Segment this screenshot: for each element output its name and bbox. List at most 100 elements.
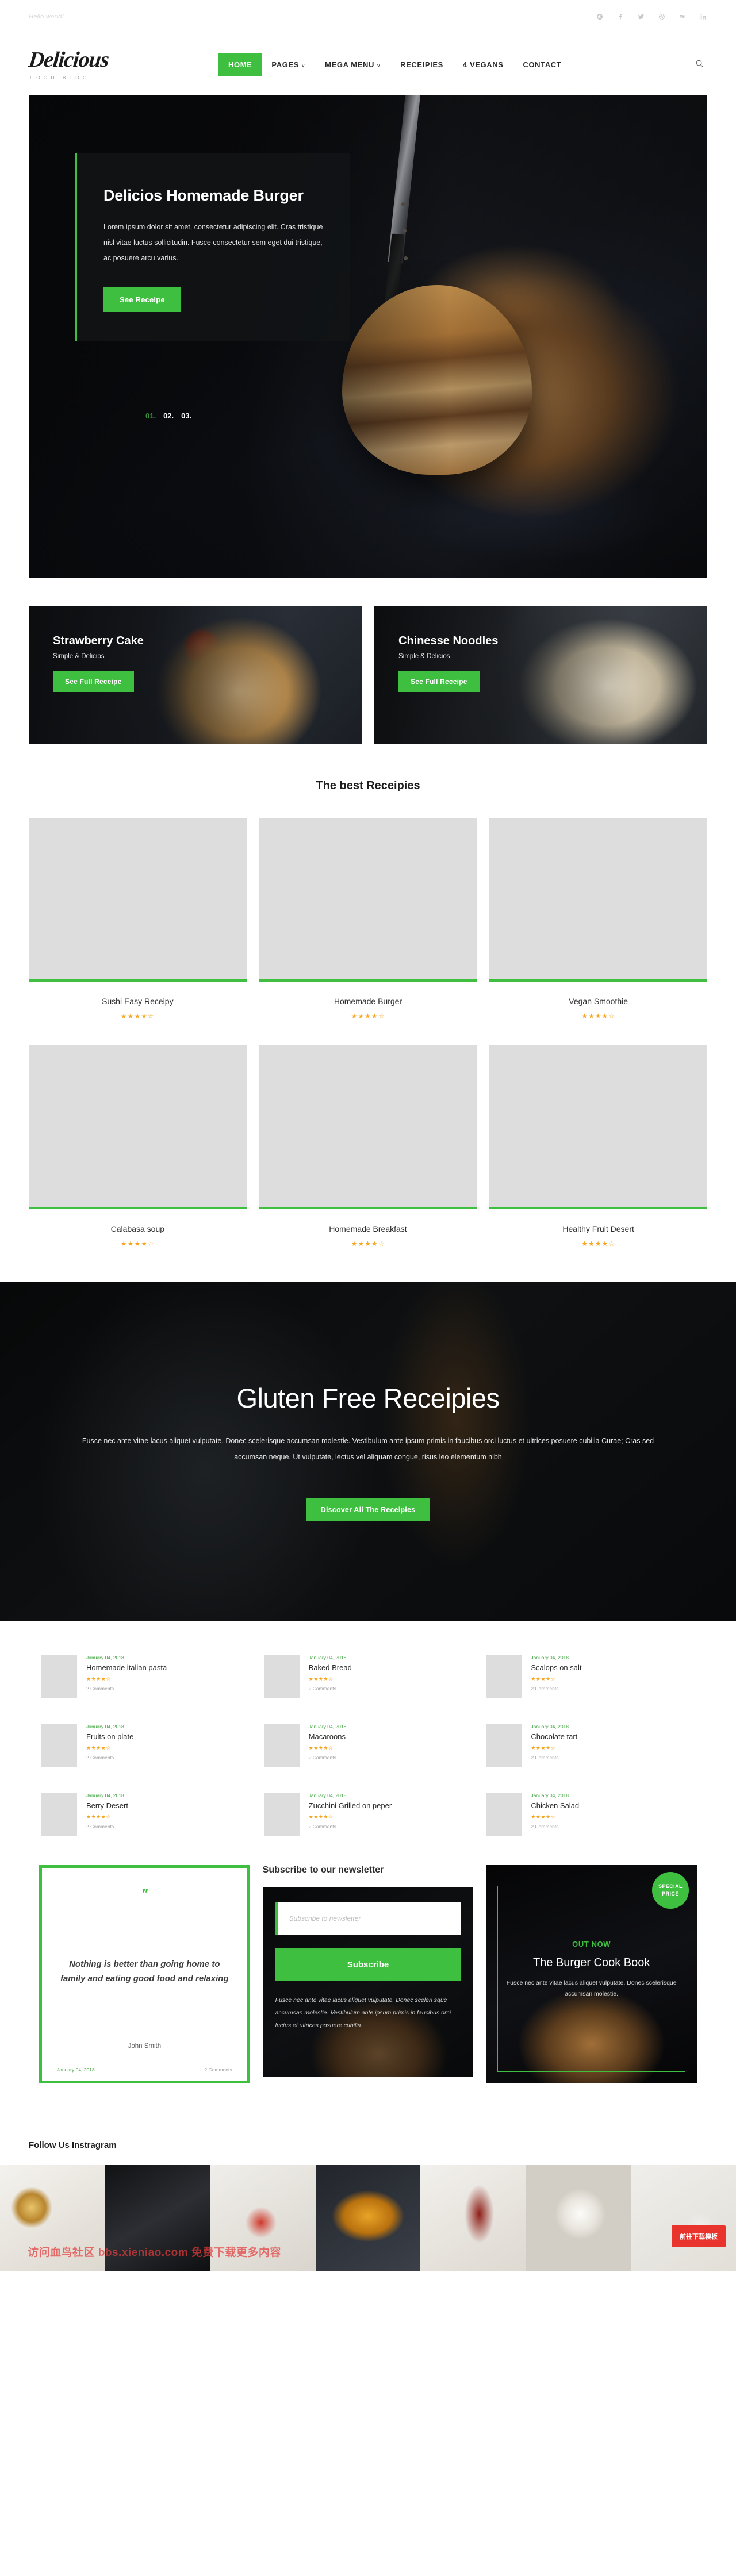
- receipe-name: Calabasa soup: [110, 1224, 165, 1233]
- logo-wordmark: Delicious: [27, 47, 110, 72]
- chevron-down-icon: ∨: [376, 62, 381, 68]
- nav-item-receipies[interactable]: RECEIPIES: [390, 53, 453, 76]
- post-rating-stars: ★★★★☆: [86, 1745, 111, 1751]
- receipe-card[interactable]: Homemade Breakfast ★★★★☆: [259, 1045, 477, 1248]
- receipe-card[interactable]: Homemade Burger ★★★★☆: [259, 818, 477, 1020]
- post-item[interactable]: January 04, 2018 Scalops on salt ★★★★☆ 2…: [486, 1655, 695, 1698]
- receipe-card[interactable]: Vegan Smoothie ★★★★☆: [489, 818, 707, 1020]
- slide-indicator-3[interactable]: 03.: [181, 412, 191, 420]
- see-full-receipe-button[interactable]: See Full Receipe: [398, 671, 480, 692]
- receipe-name: Homemade Breakfast: [329, 1224, 407, 1233]
- instagram-tile[interactable]: [526, 2165, 631, 2271]
- post-thumbnail: [486, 1724, 522, 1767]
- receipe-name: Healthy Fruit Desert: [562, 1224, 634, 1233]
- search-icon[interactable]: [692, 56, 707, 73]
- post-comments: 2 Comments: [86, 1755, 114, 1760]
- post-item[interactable]: January 04, 2018 Fruits on plate ★★★★☆ 2…: [41, 1724, 250, 1767]
- post-rating-stars: ★★★★☆: [308, 1814, 334, 1820]
- hero-caption-card: Delicios Homemade Burger Lorem ipsum dol…: [75, 153, 350, 341]
- primary-menu: HOME PAGES ∨ MEGA MENU ∨ RECEIPIES 4 VEGAN…: [218, 52, 692, 76]
- post-item[interactable]: January 04, 2018 Berry Desert ★★★★☆ 2 Co…: [41, 1793, 250, 1836]
- promo-card-chinesse-noodles[interactable]: Chinesse Noodles Simple & Delicios See F…: [374, 606, 707, 744]
- nav-item-4-vegans[interactable]: 4 VEGANS: [453, 53, 513, 76]
- receipe-card[interactable]: Healthy Fruit Desert ★★★★☆: [489, 1045, 707, 1248]
- post-thumbnail: [486, 1655, 522, 1698]
- facebook-glyph: [619, 14, 622, 19]
- receipe-thumbnail: [489, 1045, 707, 1209]
- promo-title: Strawberry Cake: [53, 635, 144, 647]
- twitter-icon[interactable]: [637, 13, 645, 21]
- instagram-tile[interactable]: [631, 2165, 736, 2271]
- receipe-card[interactable]: Calabasa soup ★★★★☆: [29, 1045, 247, 1248]
- nav-item-home[interactable]: HOME: [218, 52, 262, 76]
- hero-slider: Delicios Homemade Burger Lorem ipsum dol…: [29, 95, 707, 578]
- pinterest-icon[interactable]: [596, 13, 604, 21]
- post-item[interactable]: January 04, 2018 Homemade italian pasta …: [41, 1655, 250, 1698]
- receipe-thumbnail: [259, 818, 477, 982]
- behance-glyph: [680, 14, 685, 18]
- watermark-text: 访问血鸟社区 bbs.xieniao.com 免费下载更多内容: [28, 2247, 281, 2259]
- post-date: January 04, 2018: [308, 1793, 347, 1798]
- post-title: Chicken Salad: [531, 1801, 580, 1810]
- linkedin-icon[interactable]: [699, 13, 707, 21]
- discover-receipies-button[interactable]: Discover All The Receipies: [305, 1498, 431, 1521]
- nav-item-mega-menu[interactable]: MEGA MENU ∨: [315, 53, 390, 76]
- post-date: January 04, 2018: [531, 1724, 569, 1729]
- post-title: Macaroons: [308, 1732, 346, 1741]
- post-item[interactable]: January 04, 2018 Baked Bread ★★★★☆ 2 Com…: [263, 1655, 473, 1698]
- cookbook-description: Fusce nec ante vitae lacus aliquet vulpu…: [506, 1979, 677, 1998]
- post-title: Zucchini Grilled on peper: [308, 1801, 392, 1810]
- special-price-badge: SPECIAL PRICE: [651, 1872, 689, 1909]
- newsletter-email-input[interactable]: [275, 1902, 461, 1935]
- post-date: January 04, 2018: [86, 1793, 124, 1798]
- post-date: January 04, 2018: [86, 1655, 124, 1660]
- linkedin-glyph: [700, 14, 706, 19]
- see-full-receipe-button[interactable]: See Full Receipe: [53, 671, 134, 692]
- testimonial-author: John Smith: [128, 2043, 162, 2050]
- post-item[interactable]: January 04, 2018 Macaroons ★★★★☆ 2 Comme…: [263, 1724, 473, 1767]
- nav-label: HOME: [228, 60, 252, 69]
- promo-title: Chinesse Noodles: [398, 635, 499, 647]
- hero-title: Delicios Homemade Burger: [103, 187, 304, 204]
- post-comments: 2 Comments: [308, 1755, 336, 1760]
- quote-mark-icon: ": [141, 1886, 148, 1901]
- receipe-thumbnail: [489, 818, 707, 982]
- post-comments: 2 Comments: [308, 1824, 336, 1829]
- instagram-tile[interactable]: [315, 2165, 421, 2271]
- receipe-card[interactable]: Sushi Easy Receipy ★★★★☆: [29, 818, 247, 1020]
- nav-item-contact[interactable]: CONTACT: [513, 53, 571, 76]
- badge-line-1: SPECIAL: [658, 1883, 683, 1889]
- see-receipe-button[interactable]: See Receipe: [103, 287, 181, 313]
- post-title: Chocolate tart: [531, 1732, 578, 1741]
- post-comments: 2 Comments: [531, 1686, 559, 1691]
- post-item[interactable]: January 04, 2018 Chocolate tart ★★★★☆ 2 …: [486, 1724, 695, 1767]
- slide-indicator-2[interactable]: 02.: [163, 412, 174, 420]
- slide-indicator-1[interactable]: 01.: [145, 412, 156, 420]
- post-rating-stars: ★★★★☆: [86, 1676, 111, 1682]
- post-title: Scalops on salt: [531, 1663, 582, 1672]
- testimonial-card: " Nothing is better than going home to f…: [39, 1865, 250, 2083]
- subscribe-button[interactable]: Subscribe: [275, 1948, 461, 1981]
- rating-stars: ★★★★☆: [581, 1240, 616, 1248]
- nav-item-pages[interactable]: PAGES ∨: [262, 53, 315, 76]
- post-comments: 2 Comments: [308, 1686, 336, 1691]
- facebook-icon[interactable]: [616, 13, 624, 21]
- promo-subtitle: Simple & Delicios: [53, 653, 105, 660]
- post-item[interactable]: January 04, 2018 Zucchini Grilled on pep…: [263, 1793, 473, 1836]
- post-title: Baked Bread: [308, 1663, 352, 1672]
- receipe-thumbnail: [259, 1045, 477, 1209]
- post-item[interactable]: January 04, 2018 Chicken Salad ★★★★☆ 2 C…: [486, 1793, 695, 1836]
- download-template-badge[interactable]: 前往下载模板: [672, 2225, 726, 2247]
- newsletter-heading: Subscribe to our newsletter: [262, 1865, 384, 1875]
- testimonial-date: January 04, 2018: [57, 2067, 95, 2073]
- logo-tagline: FOOD BLOG: [30, 74, 90, 80]
- behance-icon[interactable]: [678, 13, 687, 21]
- dribbble-icon[interactable]: [658, 13, 666, 21]
- promo-card-strawberry-cake[interactable]: Strawberry Cake Simple & Delicios See Fu…: [29, 606, 362, 744]
- cookbook-promo-card[interactable]: SPECIAL PRICE OUT NOW The Burger Cook Bo…: [486, 1865, 697, 2083]
- site-logo[interactable]: Delicious FOOD BLOG: [27, 47, 161, 80]
- post-rating-stars: ★★★★☆: [531, 1676, 556, 1682]
- post-rating-stars: ★★★★☆: [531, 1814, 556, 1820]
- main-navbar: Delicious FOOD BLOG HOME PAGES ∨ MEGA MEN…: [0, 33, 736, 95]
- instagram-tile[interactable]: [420, 2165, 526, 2271]
